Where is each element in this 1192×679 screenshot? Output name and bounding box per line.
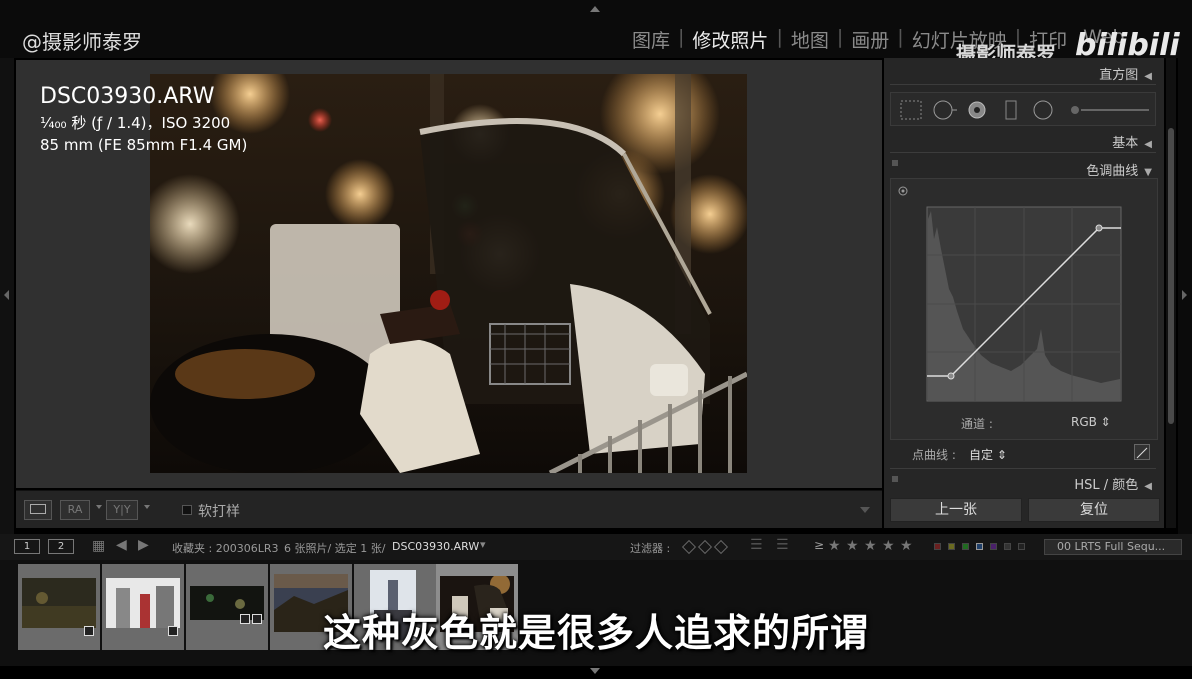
- collapse-arrow-icon: ◀: [1144, 481, 1152, 492]
- grid-icon[interactable]: ▦: [92, 538, 105, 554]
- softproof-checkbox[interactable]: [182, 505, 192, 515]
- star-icon[interactable]: ★: [882, 538, 895, 554]
- collapse-right-arrow-icon[interactable]: [1182, 290, 1187, 300]
- star-icon[interactable]: ★: [828, 538, 841, 554]
- right-panel-edge[interactable]: [1178, 58, 1192, 534]
- collapse-arrow-icon: ◀: [1144, 71, 1152, 82]
- selected-filename[interactable]: DSC03930.ARW: [392, 540, 479, 553]
- star-icon[interactable]: ★: [846, 538, 859, 554]
- info-exposure: ¹⁄₄₀₀ 秒 (ƒ / 1.4)，ISO 3200: [40, 114, 231, 132]
- panel-tonecurve-title: 色调曲线: [1086, 164, 1139, 179]
- panel-histogram-header[interactable]: 直方图 ◀: [1099, 64, 1152, 83]
- graduated-filter-icon[interactable]: [1005, 100, 1017, 120]
- before-after-dropdown-icon[interactable]: [96, 505, 102, 509]
- previous-button[interactable]: 上一张: [890, 498, 1022, 522]
- left-panel-collapsed[interactable]: [0, 58, 14, 534]
- divider: [890, 84, 1156, 85]
- curve-point[interactable]: [947, 372, 955, 380]
- split-dropdown-icon[interactable]: [144, 505, 150, 509]
- module-book[interactable]: 画册: [843, 26, 897, 53]
- filter-sliders-icon[interactable]: ☰: [750, 537, 763, 553]
- module-picker: 图库 | 修改照片 | 地图 | 画册 | 幻灯片放映 | 打印 Web: [624, 26, 1133, 53]
- collapse-arrow-icon: ◀: [1144, 139, 1152, 150]
- tone-curve-panel: 通道 : RGB ⇕: [890, 178, 1158, 440]
- divider: [890, 468, 1156, 469]
- collapse-bottom-arrow-icon[interactable]: [590, 668, 600, 674]
- filmstrip-bar: 1 2 ▦ ◀ ▶ 收藏夹 : 200306LR3 6 张照片/ 选定 1 张/…: [0, 534, 1192, 560]
- filename-dropdown-icon[interactable]: ▾: [480, 538, 486, 551]
- channel-label: 通道 :: [961, 417, 993, 431]
- panel-basic-header[interactable]: 基本 ◀: [1112, 132, 1152, 151]
- filter-preset-select[interactable]: 00 LRTS Full Sequ...: [1044, 539, 1182, 555]
- collection-source[interactable]: 收藏夹 : 200306LR3: [172, 540, 278, 556]
- spot-removal-icon[interactable]: [933, 100, 953, 120]
- divider: [890, 152, 1156, 153]
- module-map[interactable]: 地图: [783, 26, 837, 53]
- module-bar: @摄影师泰罗 图库 | 修改照片 | 地图 | 画册 | 幻灯片放映 | 打印 Web 摄…: [0, 0, 1192, 66]
- filter-sliders-icon[interactable]: ☰: [776, 537, 789, 553]
- expand-left-arrow-icon[interactable]: [4, 290, 9, 300]
- star-icon[interactable]: ★: [900, 538, 913, 554]
- panel-histogram-title: 直方图: [1099, 68, 1139, 83]
- panel-hsl-header[interactable]: HSL / 颜色 ◀: [1074, 474, 1152, 493]
- flag-reject-icon[interactable]: [713, 539, 729, 555]
- flag-unflag-icon[interactable]: [697, 539, 713, 555]
- forward-arrow-icon[interactable]: ▶: [138, 537, 149, 553]
- secondary-window-button[interactable]: 2: [48, 539, 74, 554]
- color-label-green[interactable]: [962, 543, 969, 550]
- toolbar-menu-icon[interactable]: [860, 507, 870, 513]
- point-curve-label: 点曲线 :: [912, 448, 956, 462]
- radial-filter-icon[interactable]: [1033, 100, 1053, 120]
- point-curve-edit-icon[interactable]: [1134, 444, 1150, 460]
- color-label-none[interactable]: [1018, 543, 1025, 550]
- softproof-label: 软打样: [198, 504, 240, 520]
- scrollbar-thumb[interactable]: [1168, 128, 1174, 424]
- photo-count: 6 张照片/ 选定 1 张/: [284, 542, 386, 555]
- module-library[interactable]: 图库: [624, 26, 678, 53]
- panel-toggle-switch[interactable]: [892, 160, 898, 166]
- rating-operator[interactable]: ≥: [814, 538, 824, 552]
- reset-button[interactable]: 复位: [1028, 498, 1160, 522]
- loupe-icon: [30, 504, 46, 514]
- loupe-view-button[interactable]: [24, 500, 52, 520]
- tone-curve-graph[interactable]: [891, 179, 1159, 409]
- color-label-blue[interactable]: [976, 543, 983, 550]
- collapse-top-arrow-icon[interactable]: [590, 6, 600, 12]
- curve-point[interactable]: [1095, 224, 1103, 232]
- back-arrow-icon[interactable]: ◀: [116, 537, 127, 553]
- color-label-yellow[interactable]: [948, 543, 955, 550]
- color-label-purple[interactable]: [990, 543, 997, 550]
- star-icon[interactable]: ★: [864, 538, 877, 554]
- before-after-split-button[interactable]: Y|Y: [106, 500, 138, 520]
- identity-plate: @摄影师泰罗: [22, 30, 142, 54]
- before-after-button[interactable]: RA: [60, 500, 90, 520]
- brush-icon[interactable]: [1071, 106, 1079, 114]
- right-panel-scrollbar[interactable]: [1166, 58, 1176, 528]
- module-develop[interactable]: 修改照片: [684, 26, 776, 53]
- photo-info-overlay: DSC03930.ARW ¹⁄₄₀₀ 秒 (ƒ / 1.4)，ISO 3200 …: [40, 84, 247, 154]
- info-lens: 85 mm (FE 85mm F1.4 GM): [40, 136, 248, 154]
- tool-strip: [890, 92, 1156, 126]
- video-subtitle: 这种灰色就是很多人追求的所谓: [322, 611, 869, 655]
- right-panel: 直方图 ◀ 基本 ◀ 色调曲线 ▼ 通道: RGB ⇕ 点曲线: 自定 ⇕ …: [884, 58, 1164, 528]
- crop-tool-icon[interactable]: [900, 100, 922, 120]
- panel-toggle-switch[interactable]: [892, 476, 898, 482]
- point-curve-select[interactable]: 自定 ⇕: [969, 446, 1007, 463]
- primary-window-button[interactable]: 1: [14, 539, 40, 554]
- panel-hsl-title: HSL / 颜色: [1074, 478, 1139, 493]
- develop-toolbar: RA Y|Y 软打样: [16, 490, 882, 528]
- expand-arrow-icon: ▼: [1144, 167, 1152, 178]
- filter-label: 过滤器 :: [630, 542, 671, 555]
- flag-pick-icon[interactable]: [681, 539, 697, 555]
- info-filename: DSC03930.ARW: [40, 84, 215, 109]
- color-label-red[interactable]: [934, 543, 941, 550]
- tool-strip-icons: [900, 100, 1149, 120]
- channel-select[interactable]: RGB ⇕: [1071, 415, 1111, 429]
- panel-tonecurve-header[interactable]: 色调曲线 ▼: [1086, 160, 1152, 179]
- panel-basic-title: 基本: [1112, 136, 1139, 151]
- color-label-custom[interactable]: [1004, 543, 1011, 550]
